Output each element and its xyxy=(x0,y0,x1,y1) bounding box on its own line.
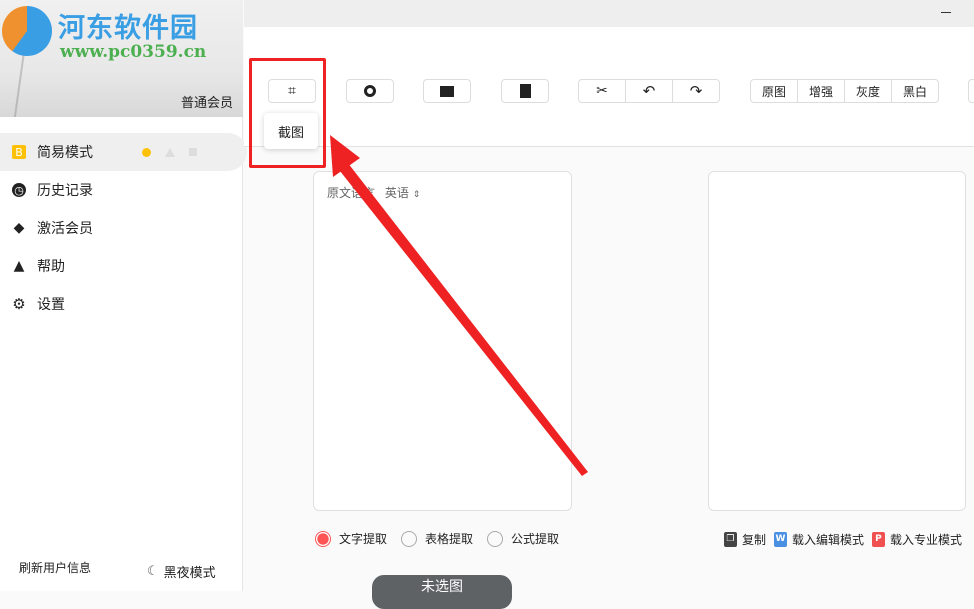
annotation-arrow xyxy=(330,135,588,476)
arrow-shaft xyxy=(336,158,588,476)
